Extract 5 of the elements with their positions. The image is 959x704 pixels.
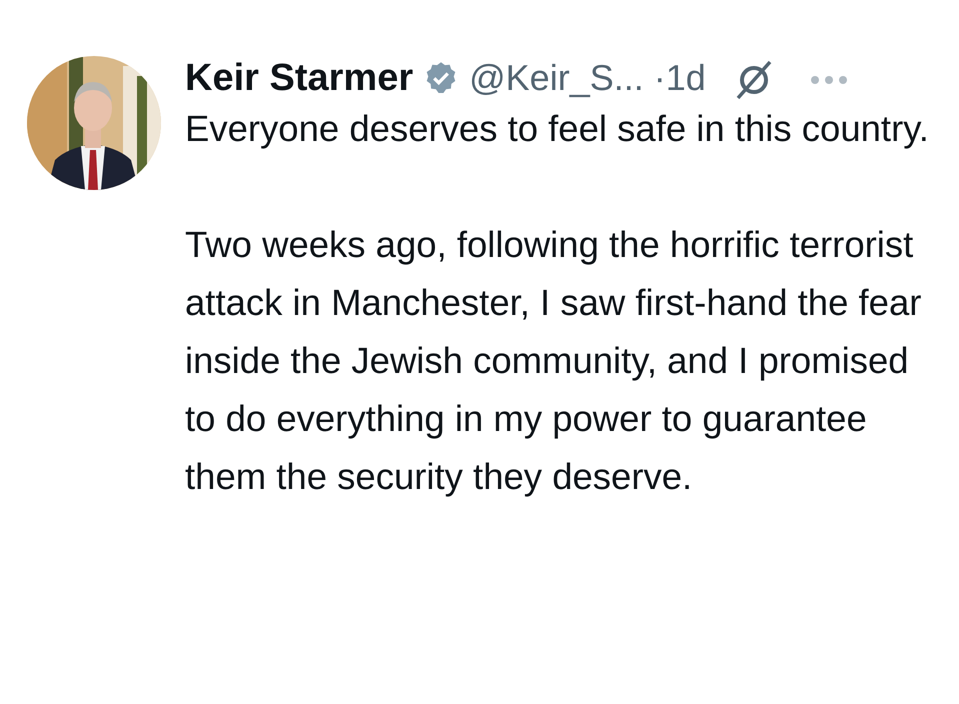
tweet-paragraph: Two weeks ago, following the horrific terrorist attack in Manchester, I saw first-hand the fear inside the Jewish community, and I promised to do everything in my power to guarantee them the security they deserve. xyxy=(185,223,922,499)
author-handle: @Keir_S... xyxy=(469,56,644,100)
author-name: Keir Starmer xyxy=(185,56,414,100)
tweet-time: ·1d xyxy=(654,56,706,100)
tweet-paragraph: Everyone deserves to feel safe in this country. xyxy=(185,107,930,151)
